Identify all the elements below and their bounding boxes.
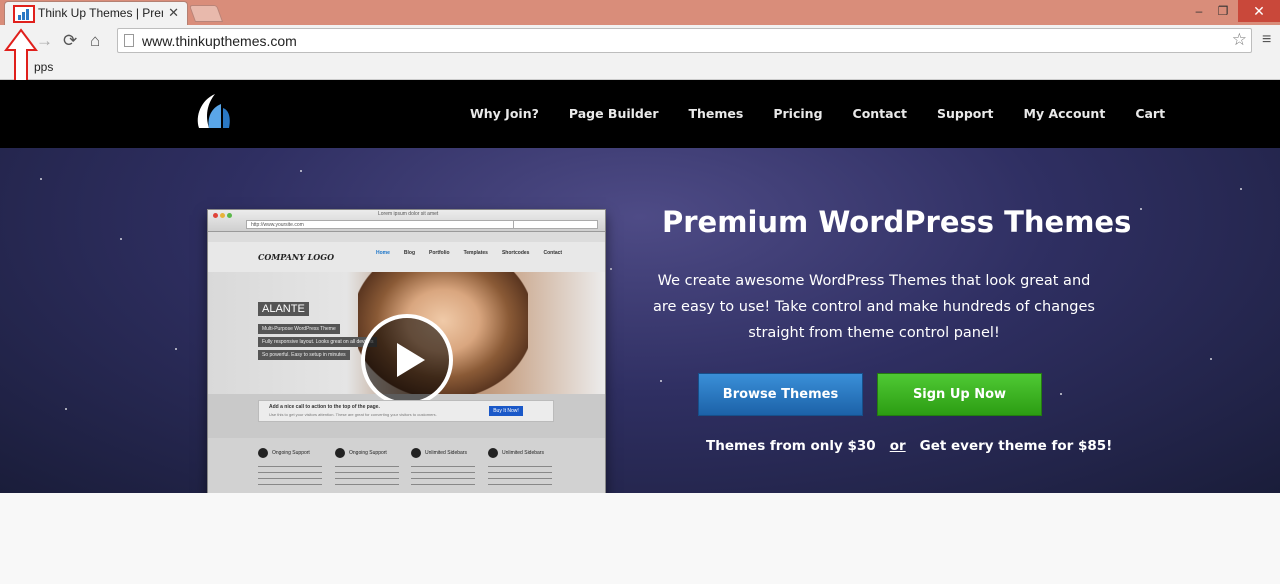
preview-feature-title: Unlimited Sidebars — [425, 450, 467, 456]
sidebar-icon — [488, 448, 498, 458]
preview-cta-button: Buy It Now! — [489, 406, 523, 416]
preview-call-to-action: Add a nice call to action to the top of … — [258, 400, 554, 422]
preview-browser-chrome: Lorem ipsum dolor sit amet http://www.yo… — [208, 210, 605, 232]
price-from-text: Themes from only $30 — [706, 438, 876, 454]
preview-dot — [227, 213, 232, 218]
preview-feature-text — [258, 464, 322, 488]
browser-menu-icon[interactable]: ≡ — [1262, 31, 1271, 49]
star-dot — [610, 268, 612, 270]
thinkup-logo-icon[interactable] — [193, 90, 233, 134]
star-dot — [65, 408, 67, 410]
preview-nav-item: Portfolio — [429, 250, 450, 256]
pricing-line: Themes from only $30 or Get every theme fo… — [706, 438, 1112, 454]
price-or-link[interactable]: or — [890, 438, 906, 454]
star-dot — [1210, 358, 1212, 360]
new-tab-button[interactable] — [188, 5, 224, 22]
nav-page-builder[interactable]: Page Builder — [569, 106, 659, 121]
main-nav: Why Join? Page Builder Themes Pricing Co… — [470, 106, 1165, 121]
preview-feature-text — [488, 464, 552, 488]
tab-close-icon[interactable]: ✕ — [168, 5, 179, 21]
bookmark-star-icon[interactable]: ☆ — [1232, 30, 1247, 50]
hero-section: Premium WordPress Themes We create aweso… — [0, 148, 1280, 493]
price-every-theme-text: Get every theme for $85! — [919, 438, 1113, 454]
home-icon[interactable]: ⌂ — [90, 31, 100, 51]
page-icon — [124, 34, 134, 47]
preview-search — [513, 220, 598, 229]
preview-cta-heading: Add a nice call to action to the top of … — [269, 404, 380, 410]
content-below-hero — [0, 493, 1280, 584]
forward-arrow-icon[interactable]: → — [36, 31, 53, 51]
preview-header: COMPANY LOGO Home Blog Portfolio Templat… — [208, 242, 605, 272]
preview-url: http://www.yoursite.com — [246, 220, 516, 229]
nav-support[interactable]: Support — [937, 106, 994, 121]
preview-cta-subtext: Use this to get your visitors attention.… — [269, 412, 437, 417]
hero-title: Premium WordPress Themes — [662, 205, 1132, 239]
window-close-button[interactable]: ✕ — [1238, 0, 1280, 22]
preview-nav-item: Home — [376, 250, 390, 256]
preview-nav-item: Blog — [403, 250, 416, 256]
preview-slide-tag: Multi-Purpose WordPress Theme — [258, 324, 340, 334]
site-header: Why Join? Page Builder Themes Pricing Co… — [0, 80, 1280, 148]
site-favicon-icon — [13, 5, 35, 23]
preview-nav-item: Templates — [463, 250, 488, 256]
tab-title: Think Up Themes | Premium — [38, 6, 163, 20]
preview-feature-text — [411, 464, 475, 488]
preview-topbar — [208, 232, 605, 242]
preview-nav-item: Shortcodes — [501, 250, 530, 256]
browser-toolbar: ← → ⟳ ⌂ www.thinkupthemes.com ☆ ≡ — [0, 25, 1280, 57]
annotation-arrow-icon — [4, 28, 38, 87]
preview-feature-text — [335, 464, 399, 488]
preview-feature-title: Ongoing Support — [349, 450, 387, 456]
address-bar[interactable]: www.thinkupthemes.com ☆ — [117, 28, 1252, 53]
nav-my-account[interactable]: My Account — [1024, 106, 1106, 121]
star-dot — [300, 170, 302, 172]
star-dot — [660, 380, 662, 382]
star-dot — [1060, 393, 1062, 395]
video-preview[interactable]: Lorem ipsum dolor sit amet http://www.yo… — [207, 209, 606, 509]
browser-titlebar: Think Up Themes | Premium ✕ – ❐ ✕ — [0, 0, 1280, 25]
bookmarks-bar: pps — [0, 57, 1280, 80]
preview-dot — [213, 213, 218, 218]
star-dot — [175, 348, 177, 350]
preview-window-title: Lorem ipsum dolor sit amet — [378, 211, 439, 217]
browser-tab-active[interactable]: Think Up Themes | Premium ✕ — [4, 1, 188, 25]
sidebar-icon — [411, 448, 421, 458]
preview-slide-tag: So powerful. Easy to setup in minutes — [258, 350, 350, 360]
preview-company-logo: COMPANY LOGO — [258, 252, 335, 262]
preview-dot — [220, 213, 225, 218]
nav-themes[interactable]: Themes — [689, 106, 744, 121]
check-icon — [258, 448, 268, 458]
address-url[interactable]: www.thinkupthemes.com — [142, 33, 297, 49]
star-dot — [1140, 208, 1142, 210]
preview-feature-title: Unlimited Sidebars — [502, 450, 544, 456]
star-dot — [120, 238, 122, 240]
play-button-icon[interactable] — [361, 314, 453, 406]
preview-nav-item: Contact — [543, 250, 563, 256]
preview-nav: Home Blog Portfolio Templates Shortcodes… — [376, 250, 576, 256]
maximize-button[interactable]: ❐ — [1212, 0, 1234, 22]
nav-cart[interactable]: Cart — [1135, 106, 1165, 121]
preview-feature-title: Ongoing Support — [272, 450, 310, 456]
check-icon — [335, 448, 345, 458]
nav-contact[interactable]: Contact — [853, 106, 907, 121]
reload-icon[interactable]: ⟳ — [63, 31, 77, 51]
play-triangle-icon — [397, 343, 425, 377]
nav-pricing[interactable]: Pricing — [773, 106, 822, 121]
preview-slide-tag: Fully responsive layout. Looks great on … — [258, 337, 378, 347]
nav-why-join[interactable]: Why Join? — [470, 106, 539, 121]
star-dot — [1240, 188, 1242, 190]
sign-up-now-button[interactable]: Sign Up Now — [877, 373, 1042, 416]
hero-description: We create awesome WordPress Themes that … — [652, 273, 1095, 341]
star-dot — [40, 178, 42, 180]
browse-themes-button[interactable]: Browse Themes — [698, 373, 863, 416]
preview-slide-title: ALANTE — [258, 302, 309, 316]
minimize-button[interactable]: – — [1188, 0, 1210, 22]
